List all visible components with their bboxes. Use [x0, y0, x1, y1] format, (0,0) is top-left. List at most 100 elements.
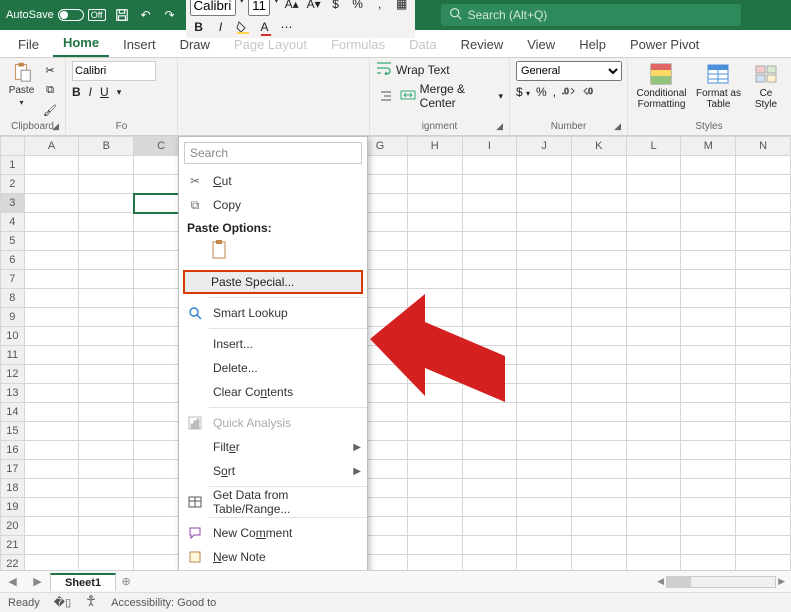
cell[interactable]: [462, 422, 517, 441]
dialog-launcher-icon[interactable]: ◢: [496, 120, 503, 133]
merge-center-icon[interactable]: [400, 88, 416, 105]
row-header[interactable]: 16: [1, 441, 25, 460]
column-header[interactable]: N: [736, 137, 791, 156]
decrease-decimal-icon[interactable]: .0: [582, 85, 596, 100]
wrap-text-icon[interactable]: [376, 61, 392, 78]
cell[interactable]: [626, 555, 681, 571]
cell[interactable]: [407, 460, 462, 479]
cell[interactable]: [736, 308, 791, 327]
row-header[interactable]: 5: [1, 232, 25, 251]
cell[interactable]: [626, 194, 681, 213]
cell[interactable]: [571, 194, 626, 213]
tab-insert[interactable]: Insert: [113, 32, 166, 57]
ctx-filter[interactable]: Filter▶: [179, 435, 367, 459]
ctx-paste-default[interactable]: [179, 237, 367, 268]
cell[interactable]: [407, 365, 462, 384]
cell[interactable]: [736, 194, 791, 213]
cell[interactable]: [517, 536, 572, 555]
row-header[interactable]: 6: [1, 251, 25, 270]
autosave-toggle[interactable]: AutoSave Off: [6, 9, 106, 21]
cell[interactable]: [24, 289, 79, 308]
column-header[interactable]: K: [571, 137, 626, 156]
redo-icon[interactable]: ↷: [162, 7, 178, 23]
cell[interactable]: [571, 175, 626, 194]
add-sheet-icon[interactable]: ⊕: [116, 575, 136, 588]
cell[interactable]: [681, 251, 736, 270]
row-header[interactable]: 2: [1, 175, 25, 194]
cell[interactable]: [517, 308, 572, 327]
cell[interactable]: [407, 536, 462, 555]
cell[interactable]: [626, 289, 681, 308]
cell[interactable]: [407, 270, 462, 289]
cell[interactable]: [24, 232, 79, 251]
accounting-icon[interactable]: $ ▾: [516, 85, 530, 100]
column-header[interactable]: J: [517, 137, 572, 156]
cell[interactable]: [407, 194, 462, 213]
ctx-insert[interactable]: Insert...: [179, 332, 367, 356]
cell[interactable]: [571, 289, 626, 308]
row-header[interactable]: 11: [1, 346, 25, 365]
row-header[interactable]: 22: [1, 555, 25, 571]
cell[interactable]: [571, 308, 626, 327]
cell[interactable]: [462, 460, 517, 479]
cell[interactable]: [571, 536, 626, 555]
cell[interactable]: [571, 517, 626, 536]
cell[interactable]: [79, 365, 134, 384]
column-header[interactable]: H: [407, 137, 462, 156]
cell[interactable]: [571, 270, 626, 289]
tab-view[interactable]: View: [517, 32, 565, 57]
cell[interactable]: [517, 251, 572, 270]
accessibility-icon[interactable]: [85, 595, 97, 610]
paste-button[interactable]: Paste ▾: [6, 61, 37, 107]
row-header[interactable]: 8: [1, 289, 25, 308]
cell[interactable]: [736, 517, 791, 536]
cell[interactable]: [407, 289, 462, 308]
cell[interactable]: [517, 517, 572, 536]
ribbon-underline-icon[interactable]: U: [100, 85, 109, 99]
increase-font-icon[interactable]: A▴: [283, 0, 301, 13]
cell[interactable]: [407, 232, 462, 251]
cell[interactable]: [462, 175, 517, 194]
spreadsheet-grid[interactable]: ABCDEFGHIJKLMN 1234567891011121314151617…: [0, 136, 791, 570]
cell[interactable]: [24, 422, 79, 441]
cell[interactable]: [736, 175, 791, 194]
cell[interactable]: [24, 346, 79, 365]
cell[interactable]: [462, 555, 517, 571]
currency-icon[interactable]: $: [327, 0, 345, 13]
cell[interactable]: [681, 308, 736, 327]
sheet-nav-prev-icon[interactable]: ◀: [8, 575, 16, 588]
cell[interactable]: [681, 460, 736, 479]
conditional-formatting-button[interactable]: Conditional Formatting: [634, 61, 689, 110]
cell[interactable]: [79, 498, 134, 517]
row-header[interactable]: 18: [1, 479, 25, 498]
cell[interactable]: [571, 555, 626, 571]
borders-icon[interactable]: ▦: [393, 0, 411, 13]
cell[interactable]: [462, 194, 517, 213]
row-header[interactable]: 1: [1, 156, 25, 175]
cell[interactable]: [79, 479, 134, 498]
tab-review[interactable]: Review: [451, 32, 514, 57]
cell[interactable]: [24, 365, 79, 384]
cell[interactable]: [626, 479, 681, 498]
cell[interactable]: [736, 213, 791, 232]
cell[interactable]: [681, 384, 736, 403]
cell[interactable]: [517, 346, 572, 365]
ctx-paste-special[interactable]: Paste Special...: [183, 270, 363, 294]
row-header[interactable]: 9: [1, 308, 25, 327]
toggle-switch[interactable]: [58, 9, 84, 21]
horizontal-scrollbar[interactable]: ◀ ▶: [136, 576, 791, 588]
cell[interactable]: [517, 479, 572, 498]
cell[interactable]: [571, 479, 626, 498]
cell[interactable]: [736, 498, 791, 517]
column-header[interactable]: B: [79, 137, 134, 156]
cell[interactable]: [571, 422, 626, 441]
cell[interactable]: [407, 346, 462, 365]
ctx-get-data[interactable]: Get Data from Table/Range...: [179, 490, 367, 514]
cell[interactable]: [681, 479, 736, 498]
context-menu-search[interactable]: Search: [184, 142, 362, 164]
cell[interactable]: [407, 555, 462, 571]
cell[interactable]: [79, 251, 134, 270]
percent-format-icon[interactable]: %: [536, 85, 547, 100]
qat-font-size[interactable]: [248, 0, 270, 16]
cell[interactable]: [517, 365, 572, 384]
